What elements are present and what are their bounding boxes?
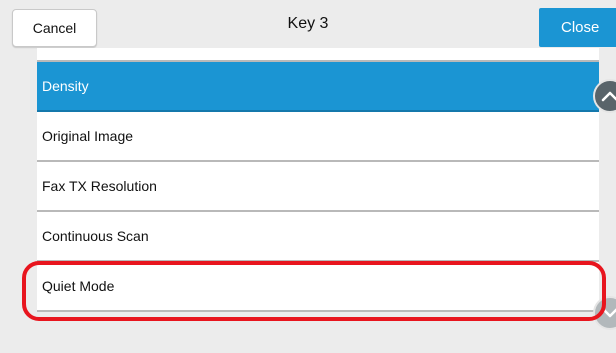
key-settings-screen: Cancel Key 3 Close Density Original Imag…: [0, 0, 616, 353]
list-item-fax-tx-resolution[interactable]: Fax TX Resolution: [37, 162, 599, 212]
chevron-down-icon: [601, 307, 616, 318]
list-item-density[interactable]: Density: [37, 62, 599, 112]
function-list: Density Original Image Fax TX Resolution…: [37, 48, 599, 312]
close-button[interactable]: Close: [539, 8, 616, 47]
list-item-label: Density: [42, 78, 89, 94]
list-item-original-image[interactable]: Original Image: [37, 112, 599, 162]
list-item-quiet-mode[interactable]: Quiet Mode: [37, 262, 599, 312]
list-item-continuous-scan[interactable]: Continuous Scan: [37, 212, 599, 262]
list-item-label: Original Image: [42, 128, 134, 144]
list-item-label: Quiet Mode: [42, 278, 115, 294]
list-item-label: Fax TX Resolution: [42, 178, 157, 194]
scroll-down-button[interactable]: [593, 296, 616, 330]
header-bar: Cancel Key 3 Close: [0, 0, 616, 50]
page-title: Key 3: [287, 15, 329, 32]
close-button-label: Close: [561, 19, 600, 36]
chevron-up-icon: [601, 91, 616, 102]
list-item-partial[interactable]: [37, 48, 599, 62]
list-item-label: Continuous Scan: [42, 228, 149, 244]
